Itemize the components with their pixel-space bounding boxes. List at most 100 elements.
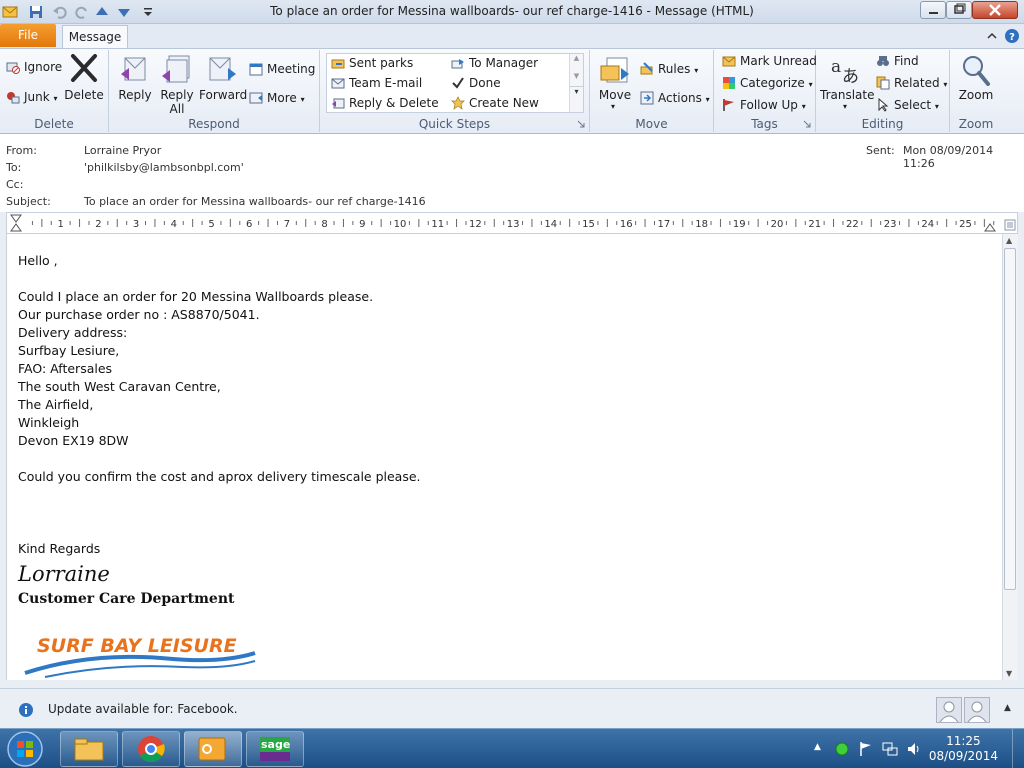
ignore-button[interactable]: Ignore (6, 60, 62, 74)
update-notice[interactable]: Update available for: Facebook. (48, 702, 238, 716)
taskbar-chrome-button[interactable] (122, 731, 180, 767)
translate-dropdown-icon: ▾ (843, 102, 848, 111)
more-button[interactable]: More ▾ (249, 91, 305, 105)
reply-button[interactable]: Reply (115, 52, 155, 104)
quick-step-sent-parks[interactable]: Sent parks (331, 56, 413, 70)
minimize-ribbon-icon[interactable] (986, 30, 998, 42)
reply-all-button[interactable]: Reply All (157, 52, 197, 116)
view-ruler-icon[interactable] (1004, 219, 1016, 231)
forward-button[interactable]: Forward (199, 52, 247, 104)
reply-all-label-2: All (169, 102, 185, 116)
move-dropdown-icon: ▾ (611, 102, 616, 111)
tags-launcher-icon[interactable] (803, 120, 811, 128)
message-body[interactable]: Hello , Could I place an order for 20 Me… (6, 234, 1002, 680)
ruler-number: 10 (394, 219, 407, 230)
ruler-number: 9 (359, 219, 365, 230)
help-icon[interactable]: ? (1004, 28, 1020, 44)
actions-button[interactable]: Actions ▾ (640, 91, 710, 105)
quick-step-team-email[interactable]: Team E-mail (331, 76, 422, 90)
ruler-number: 18 (695, 219, 708, 230)
status-green-icon[interactable] (834, 741, 850, 757)
quick-step-create-new[interactable]: Create New (451, 96, 539, 110)
select-button[interactable]: Select ▾ (876, 98, 939, 112)
taskbar: sage ▲ 11:25 08/09/2014 (0, 728, 1024, 768)
network-icon[interactable] (882, 741, 898, 757)
start-button-icon[interactable] (6, 730, 44, 768)
action-center-flag-icon[interactable] (858, 741, 874, 757)
meeting-button[interactable]: Meeting (249, 62, 315, 76)
surf-bay-leisure-logo: SURF BAY LEISURE (24, 635, 256, 678)
editing-group: aあ Translate ▾ Find Related ▾ Select ▾ E… (816, 50, 950, 132)
follow-up-button[interactable]: Follow Up ▾ (722, 98, 806, 112)
delete-button[interactable]: Delete (64, 52, 104, 104)
quick-steps-launcher-icon[interactable] (577, 120, 585, 128)
ruler-number: 8 (321, 219, 327, 230)
clock-time: 11:25 (946, 734, 981, 748)
move-button[interactable]: Move ▾ (596, 52, 634, 112)
related-button[interactable]: Related ▾ (876, 76, 947, 90)
mark-unread-button[interactable]: Mark Unread (722, 54, 817, 68)
quick-steps-scrollbar[interactable]: ▲ ▼ ▾ (569, 54, 583, 112)
indent-marker-icon[interactable] (10, 214, 22, 232)
maximize-button[interactable] (946, 1, 972, 19)
junk-button[interactable]: Junk ▾ (6, 90, 58, 104)
system-clock[interactable]: 11:25 08/09/2014 (929, 734, 998, 764)
quick-steps-group-label: Quick Steps (418, 117, 491, 131)
cursor-icon (878, 98, 889, 112)
svg-text:?: ? (1009, 32, 1015, 43)
person-icon (967, 701, 987, 723)
forward-icon (209, 57, 236, 81)
scroll-down-icon[interactable]: ▼ (570, 72, 583, 80)
gallery-expand-icon[interactable]: ▾ (570, 86, 583, 96)
body-line (18, 270, 421, 288)
zoom-button[interactable]: Zoom (954, 52, 998, 104)
ruler-number: 5 (208, 219, 214, 230)
taskbar-explorer-button[interactable] (60, 731, 118, 767)
delete-label: Delete (64, 88, 104, 102)
rules-button[interactable]: Rules ▾ (640, 62, 698, 76)
more-label: More (267, 91, 297, 105)
chrome-icon (138, 736, 165, 763)
to-value[interactable]: 'philkilsby@lambsonbpl.com' (84, 161, 244, 174)
actions-icon (640, 91, 654, 105)
categorize-dropdown-icon: ▾ (808, 80, 813, 89)
show-desktop-button[interactable] (1012, 729, 1024, 768)
minimize-icon (929, 12, 938, 14)
title-bar: To place an order for Messina wallboards… (0, 0, 1024, 24)
scroll-down-arrow-icon[interactable]: ▼ (1006, 669, 1012, 678)
show-hidden-icons[interactable]: ▲ (814, 742, 821, 752)
rules-dropdown-icon: ▾ (694, 66, 699, 75)
close-window-button[interactable] (972, 1, 1018, 19)
create-new-icon (451, 96, 465, 110)
ruler-number: 20 (771, 219, 784, 230)
volume-icon[interactable] (906, 741, 922, 757)
ruler-number: 12 (469, 219, 482, 230)
tab-message[interactable]: Message (62, 25, 128, 49)
contact-avatar[interactable] (936, 697, 962, 723)
contact-avatar[interactable] (964, 697, 990, 723)
scroll-thumb[interactable] (1004, 248, 1016, 590)
right-indent-marker-icon[interactable] (984, 223, 996, 232)
body-vertical-scrollbar[interactable]: ▲ ▼ (1002, 234, 1018, 680)
taskbar-sage-button[interactable]: sage (246, 731, 304, 767)
quick-step-reply-delete[interactable]: Reply & Delete (331, 96, 439, 110)
taskbar-outlook-button[interactable] (184, 731, 242, 767)
ruler-number: 13 (507, 219, 520, 230)
tab-file[interactable]: File (0, 24, 56, 47)
categorize-button[interactable]: Categorize ▾ (722, 76, 813, 90)
quick-step-done[interactable]: Done (451, 76, 501, 90)
ruler[interactable]: 1 2 3 4 5 6 7 8 9 10 11 12 13 14 15 16 17 18 19 20 21 22 23 24 2… (6, 212, 1018, 234)
find-button[interactable]: Find (876, 54, 919, 68)
expand-people-pane-icon[interactable]: ▲ (1004, 703, 1011, 713)
from-value[interactable]: Lorraine Pryor (84, 144, 161, 157)
minimize-button[interactable] (920, 1, 946, 19)
quick-step-to-manager[interactable]: To Manager (451, 56, 538, 70)
sent-label: Sent: (866, 144, 895, 157)
scroll-up-arrow-icon[interactable]: ▲ (1006, 236, 1012, 245)
done-label: Done (469, 76, 501, 90)
translate-button[interactable]: aあ Translate ▾ (820, 52, 875, 114)
zoom-group-label: Zoom (958, 117, 994, 131)
actions-dropdown-icon: ▾ (705, 95, 710, 104)
categorize-label: Categorize (740, 76, 805, 90)
scroll-up-icon[interactable]: ▲ (570, 54, 583, 62)
